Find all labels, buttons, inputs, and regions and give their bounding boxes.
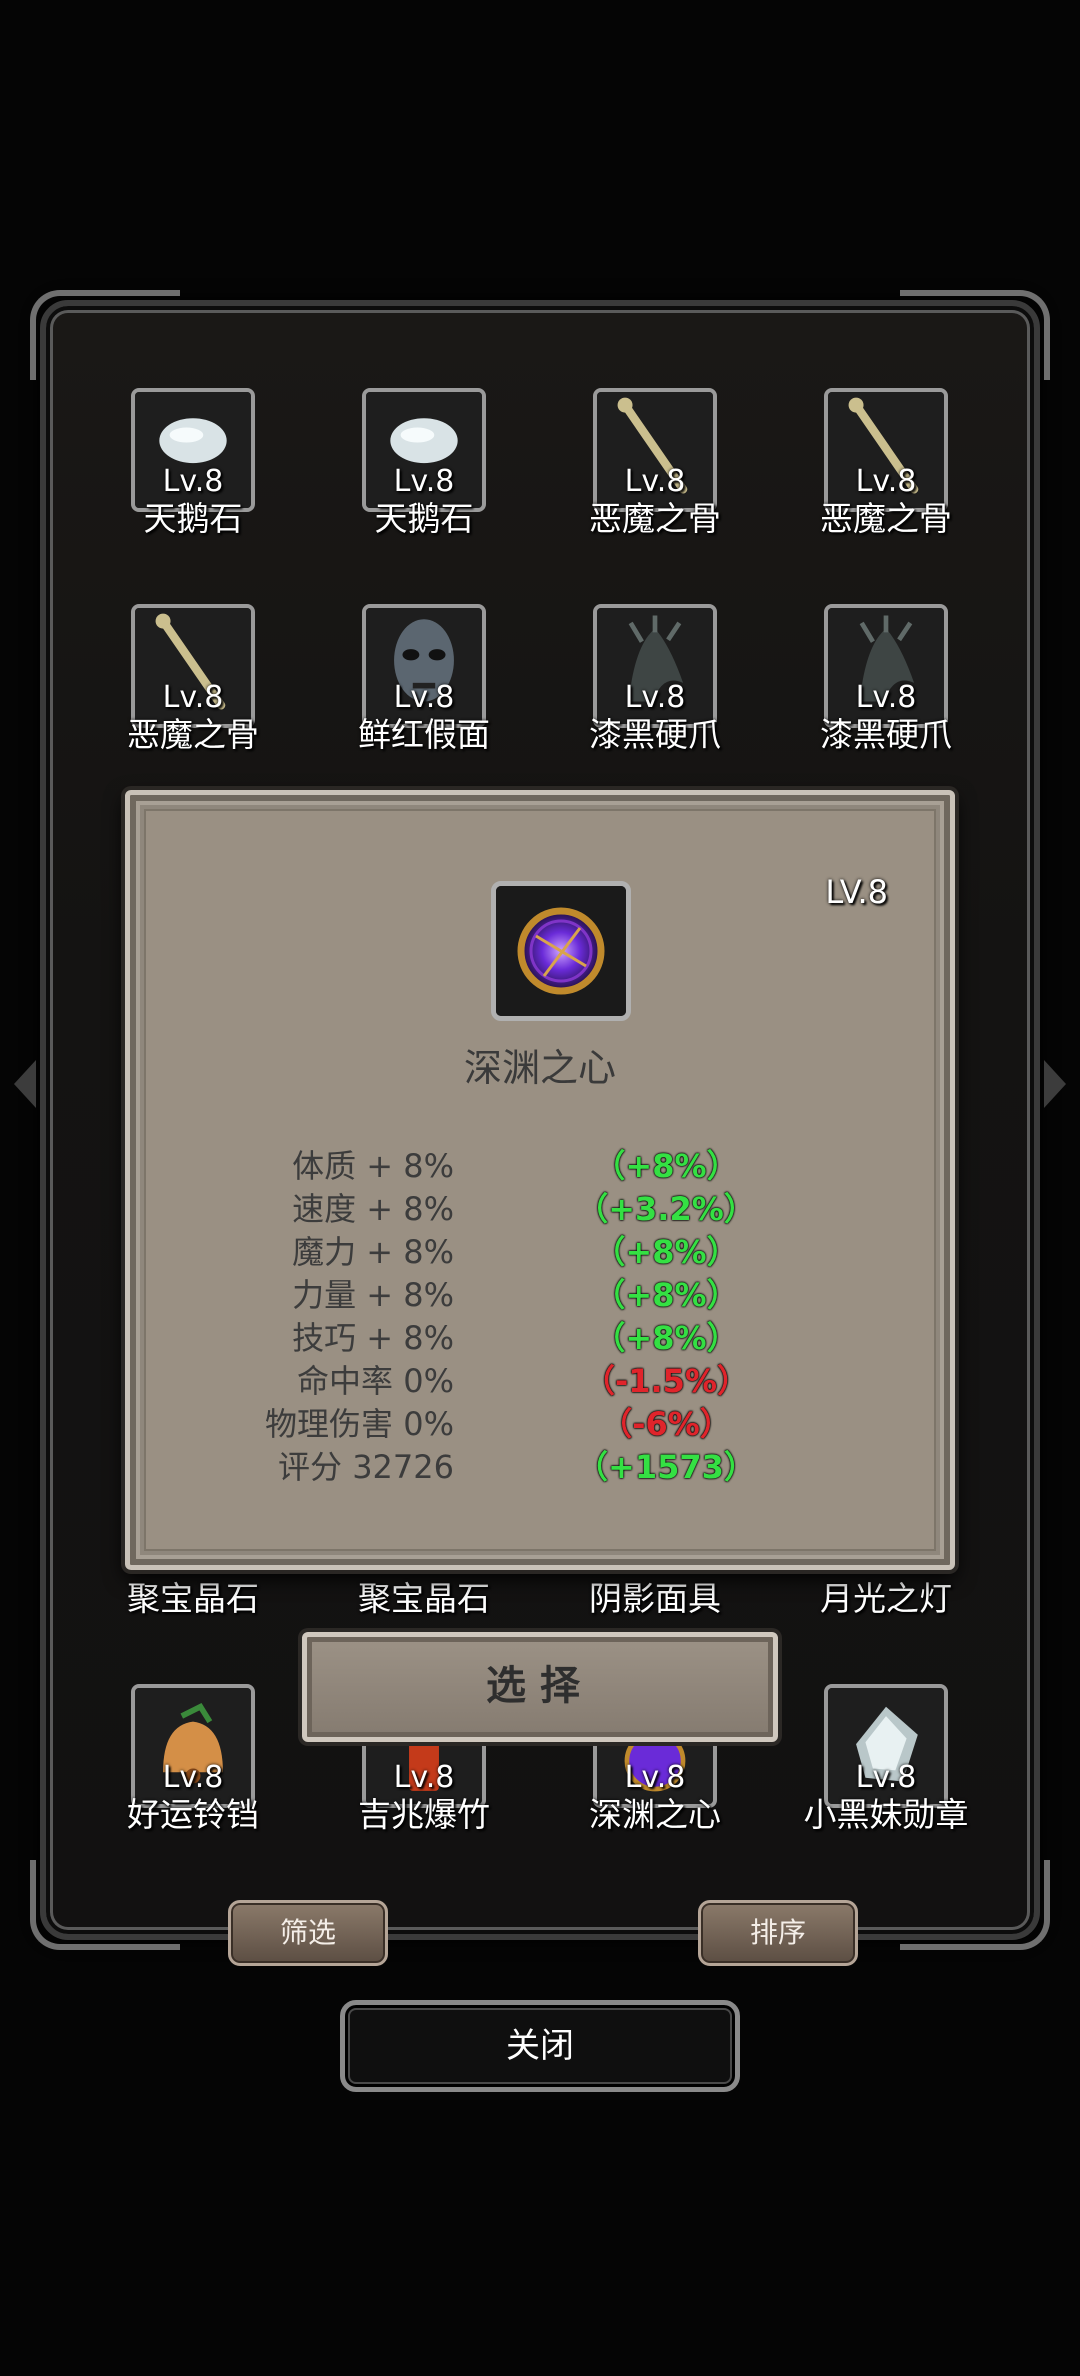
- item-slot[interactable]: Lv.8 漆黑硬爪: [555, 604, 755, 764]
- frame-ornament: [900, 1860, 1050, 1950]
- stat-label: 速度 + 8%: [292, 1190, 454, 1228]
- item-name: 聚宝晶石: [127, 1579, 259, 1618]
- stat-row: 评分 32726 （+1573）: [146, 1442, 934, 1486]
- stat-delta: （+8%）: [593, 1233, 739, 1271]
- stat-delta: （-1.5%）: [582, 1362, 750, 1400]
- stat-label: 物理伤害 0%: [265, 1405, 454, 1443]
- next-page-arrow-icon[interactable]: [1044, 1060, 1066, 1108]
- stat-row: 速度 + 8% （+3.2%）: [146, 1184, 934, 1228]
- abyss-heart-icon: [491, 881, 631, 1021]
- item-name: 聚宝晶石: [358, 1579, 490, 1618]
- item-detail-popup: LV.8 深渊之心 体质 + 8% （+8%） 速度 + 8% （+3.2%） 魔力 +…: [125, 790, 955, 1570]
- item-name: 月光之灯: [820, 1579, 952, 1618]
- item-name: 深渊之心: [589, 1795, 721, 1834]
- item-name: 漆黑硬爪: [820, 715, 952, 754]
- item-name: 吉兆爆竹: [358, 1795, 490, 1834]
- stat-delta: （+1573）: [576, 1448, 756, 1486]
- frame-ornament: [900, 290, 1050, 380]
- stat-row: 体质 + 8% （+8%）: [146, 1141, 934, 1185]
- stat-delta: （+8%）: [593, 1319, 739, 1357]
- item-slot[interactable]: Lv.8 小黑妹勋章: [786, 1684, 986, 1844]
- item-name: 好运铃铛: [127, 1795, 259, 1834]
- stat-label: 命中率 0%: [297, 1362, 454, 1400]
- item-slot[interactable]: Lv.8 恶魔之骨: [555, 388, 755, 548]
- item-name: 深渊之心: [463, 1046, 616, 1090]
- popup-content: LV.8 深渊之心 体质 + 8% （+8%） 速度 + 8% （+3.2%） 魔力 +…: [144, 809, 936, 1551]
- stat-label: 力量 + 8%: [292, 1276, 454, 1314]
- stat-label: 魔力 + 8%: [292, 1233, 454, 1271]
- stat-row: 命中率 0% （-1.5%）: [146, 1356, 934, 1400]
- close-button[interactable]: 关闭: [340, 2000, 740, 2092]
- item-name: 阴影面具: [589, 1579, 721, 1618]
- frame-ornament: [30, 1860, 180, 1950]
- item-name: 漆黑硬爪: [589, 715, 721, 754]
- stat-delta: （-6%）: [600, 1405, 732, 1443]
- item-name: 天鹅石: [374, 499, 474, 538]
- stat-delta: （+3.2%）: [576, 1190, 756, 1228]
- item-name: 小黑妹勋章: [803, 1795, 969, 1834]
- stat-label: 技巧 + 8%: [292, 1319, 454, 1357]
- item-name: 恶魔之骨: [820, 499, 952, 538]
- item-slot[interactable]: Lv.8 好运铃铛: [93, 1684, 293, 1844]
- stat-delta: （+8%）: [593, 1276, 739, 1314]
- stat-row: 魔力 + 8% （+8%）: [146, 1227, 934, 1271]
- prev-page-arrow-icon[interactable]: [14, 1060, 36, 1108]
- item-slot[interactable]: Lv.8 漆黑硬爪: [786, 604, 986, 764]
- item-level: LV.8: [825, 873, 888, 911]
- item-slot[interactable]: Lv.8 鲜红假面: [324, 604, 524, 764]
- item-name: 恶魔之骨: [589, 499, 721, 538]
- stat-label: 评分 32726: [278, 1448, 454, 1486]
- item-name: 天鹅石: [143, 499, 243, 538]
- stat-list: 体质 + 8% （+8%） 速度 + 8% （+3.2%） 魔力 + 8% （+8%） 力量…: [146, 1141, 934, 1486]
- frame-ornament: [30, 290, 180, 380]
- item-name: 鲜红假面: [358, 715, 490, 754]
- stat-row: 技巧 + 8% （+8%）: [146, 1313, 934, 1357]
- item-slot[interactable]: Lv.8 恶魔之骨: [93, 604, 293, 764]
- stat-delta: （+8%）: [593, 1147, 739, 1185]
- item-slot[interactable]: Lv.8 天鹅石: [324, 388, 524, 548]
- stat-row: 物理伤害 0% （-6%）: [146, 1399, 934, 1443]
- sort-button[interactable]: 排序: [698, 1900, 858, 1966]
- item-slot[interactable]: Lv.8 恶魔之骨: [786, 388, 986, 548]
- item-slot[interactable]: Lv.8 天鹅石: [93, 388, 293, 548]
- stat-row: 力量 + 8% （+8%）: [146, 1270, 934, 1314]
- filter-button[interactable]: 筛选: [228, 1900, 388, 1966]
- stat-label: 体质 + 8%: [292, 1147, 454, 1185]
- item-name: 恶魔之骨: [127, 715, 259, 754]
- select-button[interactable]: 选择: [302, 1632, 778, 1742]
